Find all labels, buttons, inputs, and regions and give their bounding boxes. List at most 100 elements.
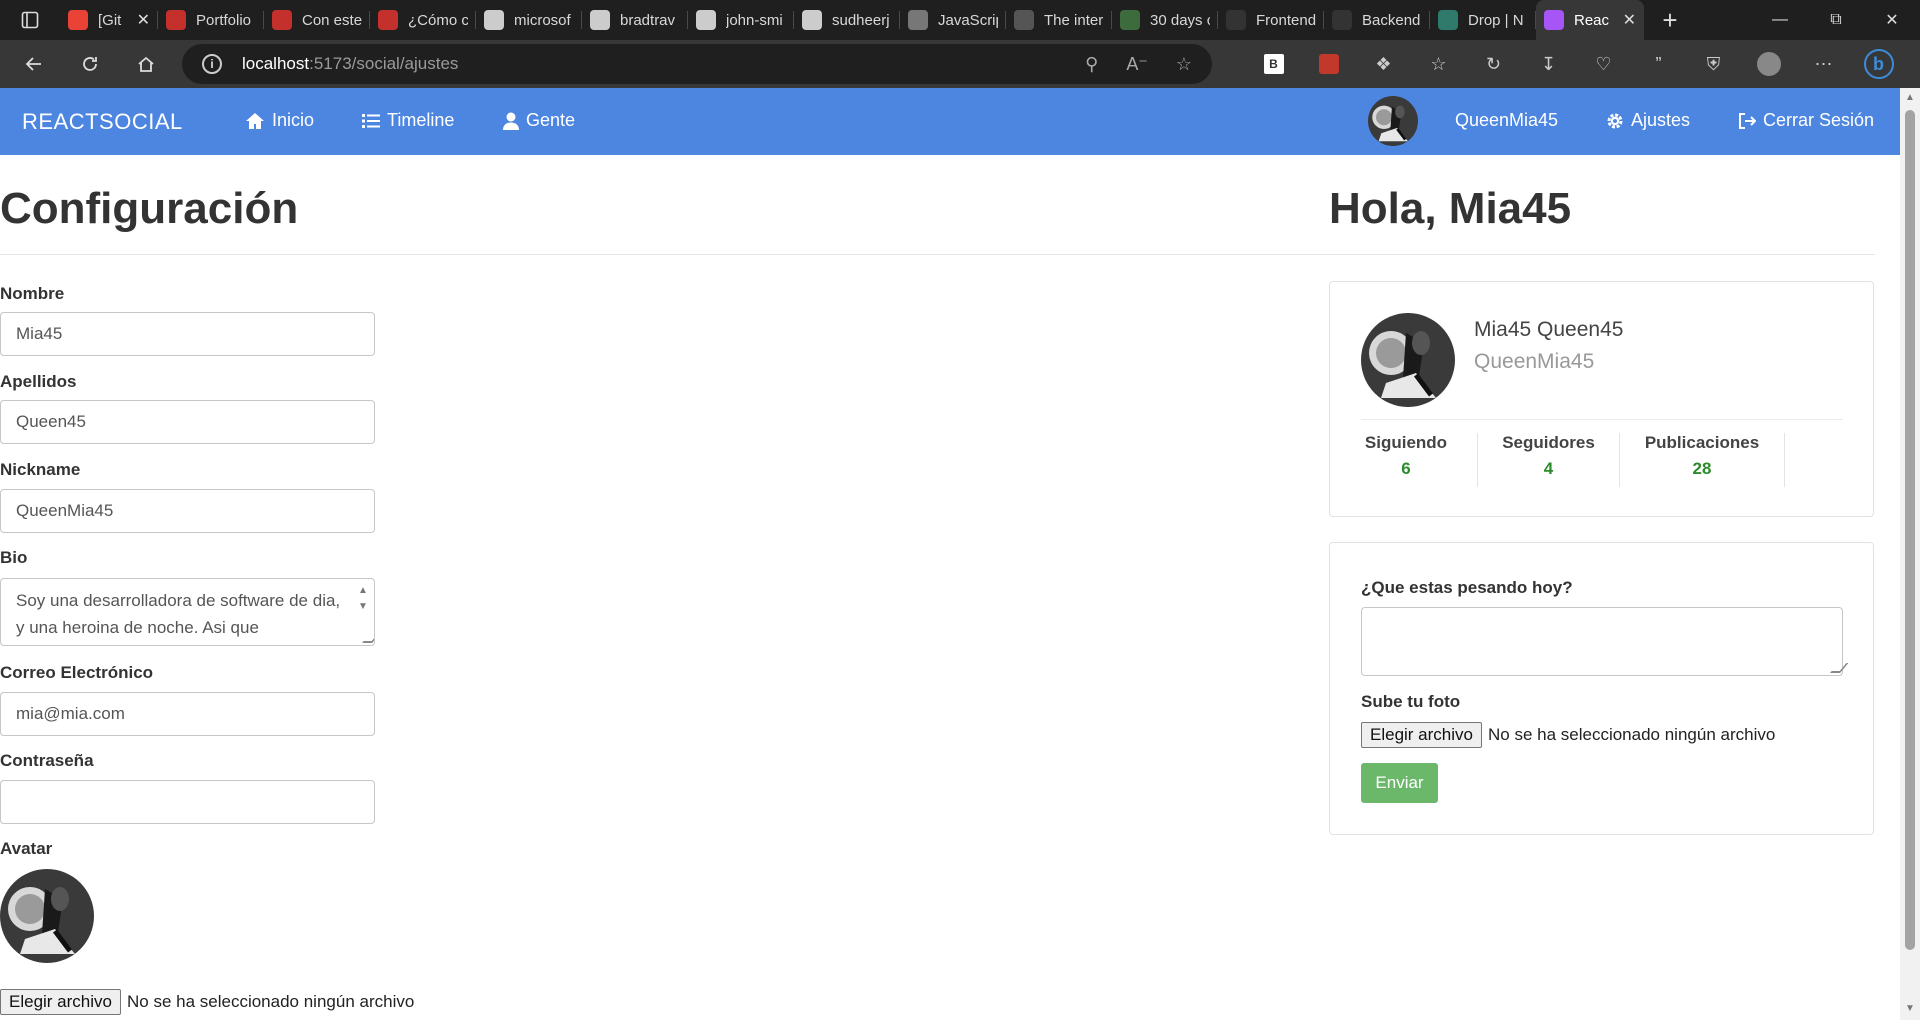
bio-textarea[interactable]: Soy una desarrolladora de software de di…	[0, 578, 375, 646]
site-info-icon[interactable]: i	[202, 54, 222, 74]
post-choose-file-button[interactable]: Elegir archivo	[1361, 722, 1482, 748]
browser-tab[interactable]: microsof	[476, 0, 582, 40]
youtube-icon	[272, 10, 292, 30]
app-navbar: REACTSOCIAL Inicio Timeline Gente QueenM…	[0, 88, 1900, 155]
stat-following[interactable]: Siguiendo 6	[1335, 433, 1478, 487]
resize-handle-icon[interactable]	[362, 633, 374, 643]
nav-gente[interactable]: Gente	[503, 110, 575, 131]
profile-card: Mia45 Queen45 QueenMia45 Siguiendo 6 Seg…	[1329, 281, 1874, 517]
history-icon[interactable]: ↻	[1466, 40, 1521, 88]
favorites-icon[interactable]: ☆	[1411, 40, 1466, 88]
nav-gente-label: Gente	[526, 110, 576, 130]
extensions-puzzle-icon[interactable]: ❖	[1356, 40, 1411, 88]
browser-tab[interactable]: Con este	[264, 0, 370, 40]
reload-icon[interactable]	[62, 40, 118, 88]
scrollbar-thumb[interactable]	[1905, 110, 1915, 950]
downloads-icon[interactable]: ↧	[1521, 40, 1576, 88]
browser-tab[interactable]: ¿Cómo c	[370, 0, 476, 40]
bing-copilot-icon[interactable]: b	[1851, 40, 1906, 88]
browser-tab[interactable]: [Git ✕	[60, 0, 158, 40]
email-field[interactable]: mia@mia.com	[0, 692, 375, 736]
browser-essentials-icon[interactable]: ⛨	[1686, 40, 1741, 88]
avatar-choose-file-button[interactable]: Elegir archivo	[0, 989, 121, 1015]
home-icon	[246, 112, 264, 129]
nav-logout[interactable]: Cerrar Sesión	[1738, 110, 1874, 131]
browser-tab[interactable]: bradtrav	[582, 0, 688, 40]
stat-posts[interactable]: Publicaciones 28	[1620, 433, 1785, 487]
close-tab-icon[interactable]: ✕	[137, 10, 150, 30]
nav-logout-label: Cerrar Sesión	[1763, 110, 1875, 130]
navbar-avatar[interactable]	[1368, 96, 1418, 146]
url-host: localhost	[242, 54, 310, 73]
stat-posts-value: 28	[1692, 459, 1712, 478]
browser-tab[interactable]: sudheerj	[794, 0, 900, 40]
email-label: Correo Electrónico	[0, 663, 154, 682]
extension-red-icon[interactable]	[1301, 40, 1356, 88]
key-icon[interactable]: ⚲	[1085, 54, 1098, 75]
back-icon[interactable]	[6, 40, 62, 88]
stat-following-value: 6	[1401, 459, 1411, 478]
browser-tab-label: bradtrav	[620, 11, 676, 29]
bio-scrollbar[interactable]: ▲ ▼	[356, 583, 370, 615]
browser-tab-label: microsof	[514, 11, 571, 29]
submit-button[interactable]: Enviar	[1361, 763, 1438, 803]
new-tab-button[interactable]: +	[1644, 0, 1696, 40]
post-textarea[interactable]	[1361, 607, 1849, 676]
close-window-icon[interactable]: ✕	[1864, 0, 1920, 40]
nav-ajustes-label: Ajustes	[1631, 110, 1691, 130]
browser-tab-label: sudheerj	[832, 11, 890, 29]
stat-followers[interactable]: Seguidores 4	[1478, 433, 1620, 487]
nav-inicio[interactable]: Inicio	[245, 110, 314, 131]
performance-icon[interactable]: ♡	[1576, 40, 1631, 88]
nav-username[interactable]: QueenMia45	[1455, 110, 1558, 131]
scroll-down-icon[interactable]: ▼	[1904, 1003, 1916, 1014]
apellidos-label: Apellidos	[0, 372, 77, 391]
apellidos-field[interactable]: Queen45	[0, 400, 375, 444]
browser-tab[interactable]: 30 days c	[1112, 0, 1218, 40]
more-options-icon[interactable]: ⋯	[1796, 40, 1851, 88]
browser-tab[interactable]: Portfolio	[158, 0, 264, 40]
browser-tab[interactable]: The inter	[1006, 0, 1112, 40]
nombre-field[interactable]: Mia45	[0, 312, 375, 356]
brand-logo[interactable]: REACTSOCIAL	[22, 109, 183, 135]
resize-handle-icon[interactable]	[1830, 663, 1849, 673]
favorite-star-icon[interactable]: ☆	[1176, 54, 1192, 75]
password-field[interactable]	[0, 780, 375, 824]
nombre-label: Nombre	[0, 284, 65, 303]
browser-tab[interactable]: Backend	[1324, 0, 1430, 40]
browser-tab[interactable]: Frontend	[1218, 0, 1324, 40]
nav-inicio-label: Inicio	[272, 110, 315, 130]
n-icon	[1120, 10, 1140, 30]
minimize-icon[interactable]: —	[1752, 0, 1808, 40]
profile-avatar[interactable]	[1361, 313, 1455, 407]
url-field[interactable]: i localhost:5173/social/ajustes ⚲ A⁻ ☆	[182, 44, 1212, 84]
browser-tab-label: Drop | N	[1468, 11, 1524, 29]
close-tab-icon[interactable]: ✕	[1623, 10, 1636, 30]
read-aloud-icon[interactable]: A⁻	[1126, 54, 1148, 75]
browser-tab[interactable]: Reac ✕	[1536, 0, 1644, 40]
drop-icon	[1438, 10, 1458, 30]
extension-b-icon[interactable]: B	[1246, 40, 1301, 88]
home-icon[interactable]	[118, 40, 174, 88]
browser-tab[interactable]: Drop | N	[1430, 0, 1536, 40]
password-label: Contraseña	[0, 751, 94, 770]
browser-tab-label: ¿Cómo c	[408, 11, 468, 29]
browser-tab-label: Con este	[302, 11, 362, 29]
nickname-label: Nickname	[0, 460, 81, 479]
tab-actions-icon[interactable]	[0, 0, 60, 40]
nav-ajustes[interactable]: Ajustes	[1606, 110, 1690, 131]
scroll-up-icon[interactable]: ▲	[1904, 92, 1916, 103]
nav-timeline[interactable]: Timeline	[362, 110, 454, 131]
page-title: Configuración	[0, 184, 299, 233]
restore-icon[interactable]: ⧉	[1808, 0, 1864, 40]
avatar-label: Avatar	[0, 839, 53, 858]
browser-tab[interactable]: JavaScrip	[900, 0, 1006, 40]
quote-icon[interactable]: ”	[1631, 40, 1686, 88]
window-controls: — ⧉ ✕	[1752, 0, 1920, 40]
nickname-field[interactable]: QueenMia45	[0, 489, 375, 533]
browser-tab[interactable]: john-smi	[688, 0, 794, 40]
page-scrollbar[interactable]: ▲ ▼	[1900, 88, 1920, 1020]
profile-icon[interactable]	[1741, 40, 1796, 88]
post-file-status: No se ha seleccionado ningún archivo	[1488, 725, 1776, 744]
youtube-icon	[378, 10, 398, 30]
